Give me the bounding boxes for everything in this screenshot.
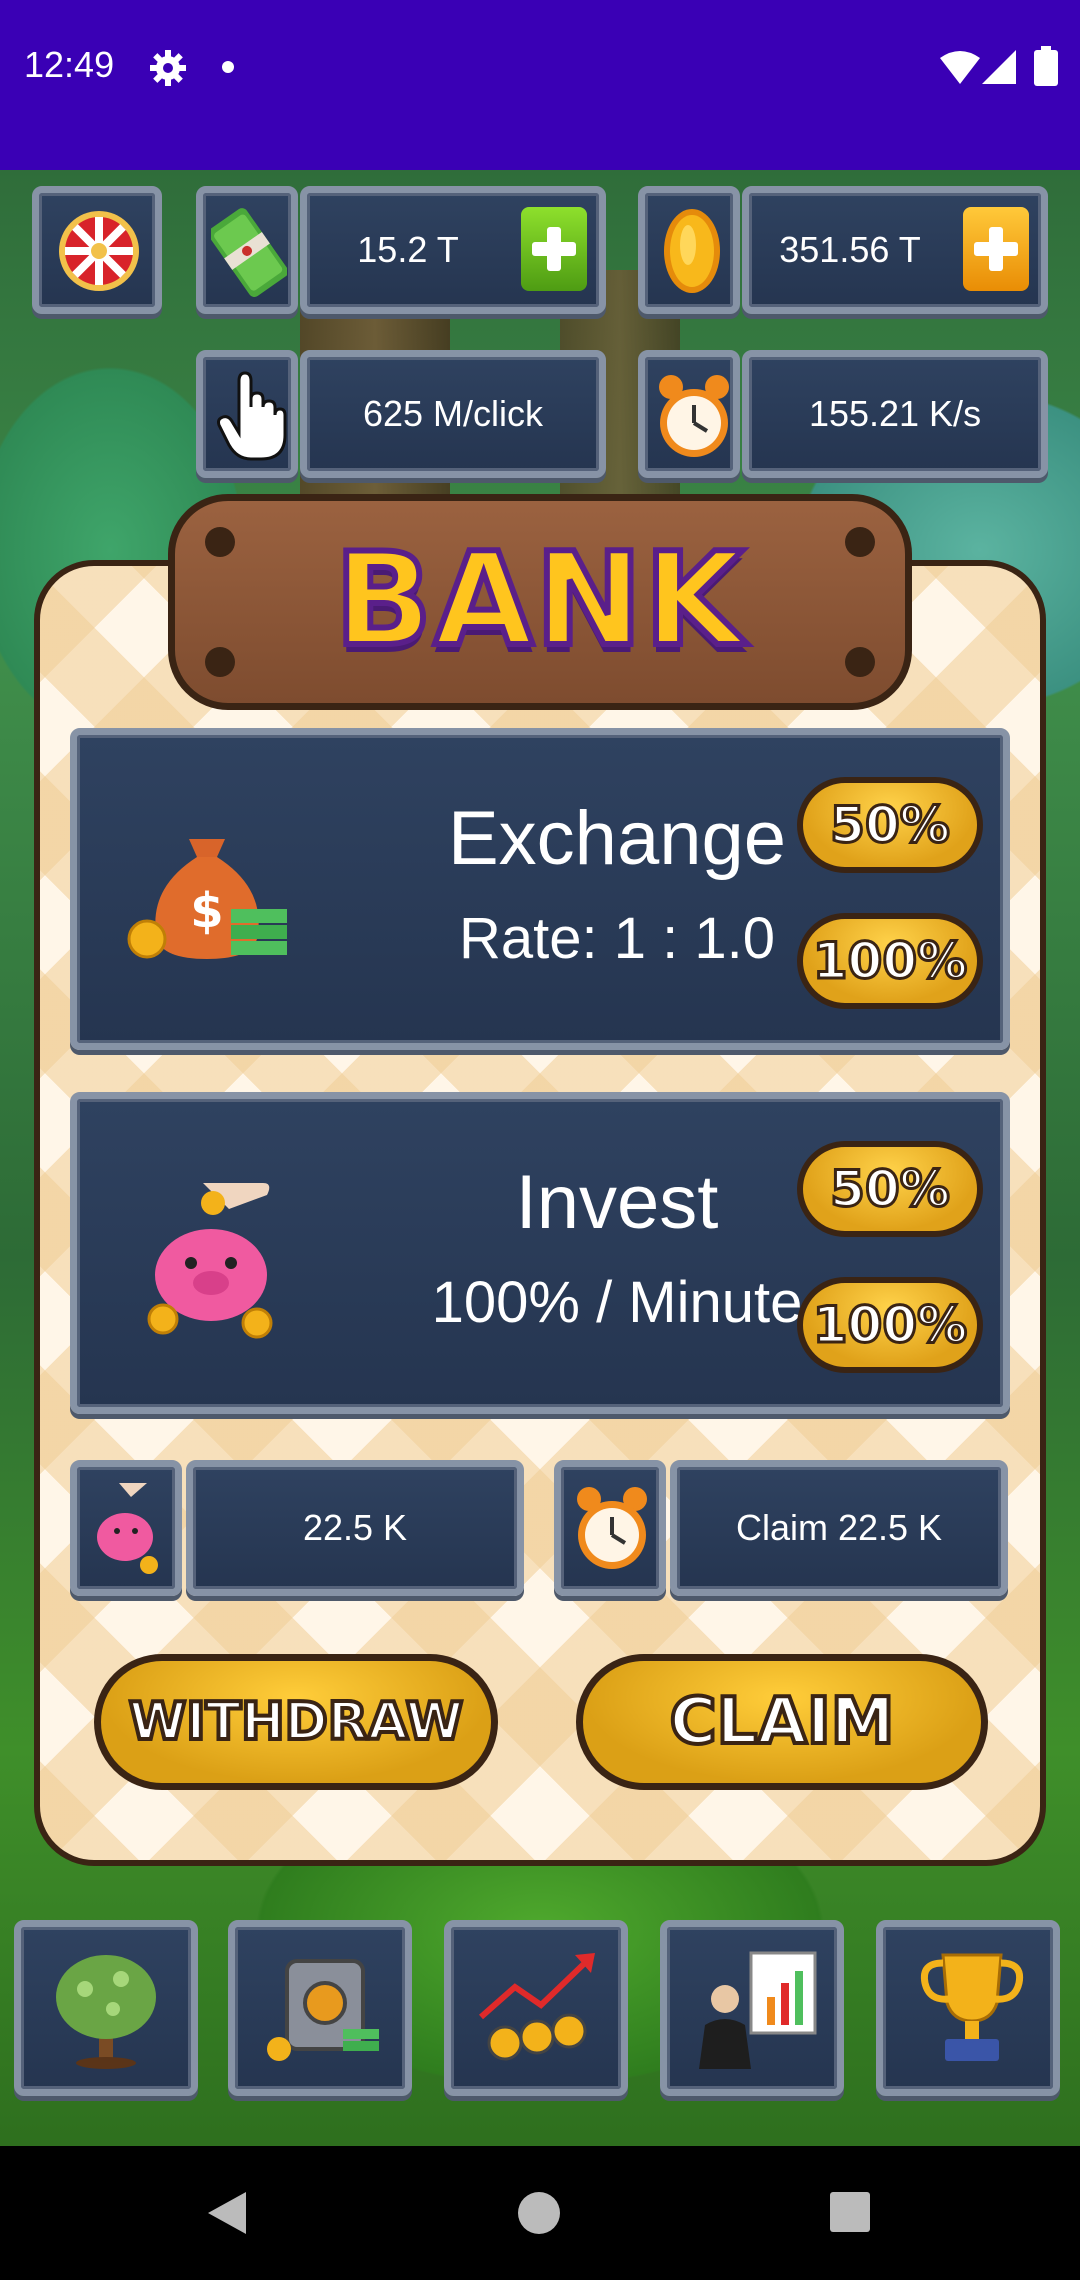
add-cash-button[interactable]: [521, 207, 587, 291]
invest-50-button[interactable]: 50%: [797, 1141, 983, 1237]
invest-100-button[interactable]: 100%: [797, 1277, 983, 1373]
coin-value: 351.56 T: [779, 229, 921, 270]
cash-counter: 15.2 T: [300, 186, 606, 314]
nav-trophy-button[interactable]: [876, 1920, 1060, 2096]
add-coins-button[interactable]: [963, 207, 1029, 291]
presentation-icon: [699, 1951, 817, 2069]
wifi-icon: [940, 51, 980, 84]
invested-amount: 22.5 K: [302, 1507, 408, 1548]
status-bar: 12:49: [0, 0, 1080, 170]
invest-card: Invest 100% / Minute 50% 100%: [70, 1092, 1010, 1414]
claim-button[interactable]: CLAIM: [576, 1654, 988, 1790]
claim-amount: Claim 22.5 K: [735, 1507, 943, 1548]
cash-stack-icon: [211, 208, 287, 297]
exchange-card: $ Exchange Rate: 1 : 1.0 50% 100%: [70, 728, 1010, 1050]
exchange-50-button[interactable]: 50%: [797, 777, 983, 873]
money-bag-icon: $: [127, 839, 287, 959]
claim-amount-box: Claim 22.5 K: [670, 1460, 1008, 1596]
recents-icon[interactable]: [830, 2192, 870, 2232]
alarm-clock-icon: [659, 375, 729, 457]
battery-icon: [1034, 46, 1058, 86]
exchange-100-button[interactable]: 100%: [797, 913, 983, 1009]
invested-icon-tile: [70, 1460, 182, 1596]
nav-manager-button[interactable]: [660, 1920, 844, 2096]
hand-pointer-icon: [217, 371, 287, 461]
per-click-value: 625 M/click: [362, 393, 544, 434]
coin-icon-tile: [638, 186, 740, 314]
system-nav-bar: [0, 2146, 1080, 2280]
nav-investment-button[interactable]: [444, 1920, 628, 2096]
nav-bank-safe-button[interactable]: [228, 1920, 412, 2096]
safe-icon: [267, 1959, 379, 2061]
svg-text:$: $: [190, 883, 223, 939]
withdraw-button[interactable]: WITHDRAW: [94, 1654, 498, 1790]
lucky-wheel-icon: [59, 211, 139, 291]
cell-signal-icon: [982, 50, 1016, 84]
bank-title: BANK: [332, 523, 747, 678]
lucky-wheel-button[interactable]: [32, 186, 162, 314]
status-time: 12:49: [24, 44, 115, 85]
cash-icon-tile: [196, 186, 298, 314]
settings-gear-icon: [150, 50, 186, 86]
per-second-value: 155.21 K/s: [808, 393, 982, 434]
claim-timer-tile: [554, 1460, 666, 1596]
back-icon[interactable]: [206, 2190, 248, 2236]
notification-dot-icon: [222, 61, 234, 73]
piggy-bank-small-icon: [97, 1483, 158, 1574]
per-second-counter: 155.21 K/s: [742, 350, 1048, 478]
invested-amount-box: 22.5 K: [186, 1460, 524, 1596]
alarm-clock-icon: [577, 1487, 647, 1569]
cash-value: 15.2 T: [357, 229, 459, 270]
per-click-counter: 625 M/click: [300, 350, 606, 478]
piggy-bank-icon: [147, 1183, 273, 1339]
trophy-icon: [920, 1953, 1024, 2061]
investment-chart-icon: [479, 1953, 595, 2061]
money-tree-icon: [56, 1955, 156, 2069]
home-icon[interactable]: [518, 2192, 560, 2234]
gold-coin-icon: [664, 209, 720, 293]
timer-icon-tile: [638, 350, 740, 478]
click-icon-tile: [196, 350, 298, 478]
nav-money-tree-button[interactable]: [14, 1920, 198, 2096]
coin-counter: 351.56 T: [742, 186, 1048, 314]
